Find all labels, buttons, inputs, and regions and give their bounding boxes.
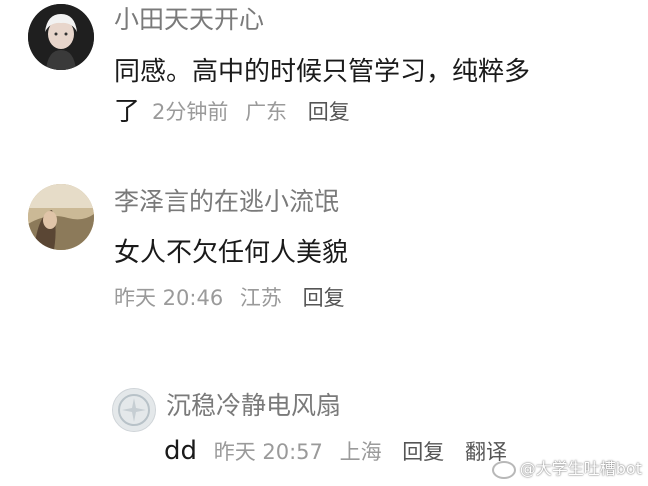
comment-location: 广东 (245, 100, 288, 124)
comment-text: 女人不欠任何人美貌 (114, 238, 349, 268)
watermark: @大学生吐槽bot (491, 458, 642, 480)
comment-time: 昨天 20:46 (114, 286, 224, 310)
comment-meta: 昨天 20:46 江苏 回复 (114, 284, 345, 312)
comment-location: 江苏 (239, 286, 282, 310)
reply-button[interactable]: 回复 (303, 284, 345, 312)
comment-text: dd (164, 436, 198, 466)
avatar[interactable] (28, 4, 94, 70)
comment-time: 昨天 20:57 (213, 440, 323, 464)
comment-username[interactable]: 小田天天开心 (114, 4, 264, 36)
comment-text-continued: 了 (114, 97, 141, 127)
reply-button[interactable]: 回复 (402, 437, 444, 467)
weibo-logo-icon (491, 460, 516, 479)
comment-body-and-meta: dd 昨天 20:57 上海 回复 翻译 (164, 436, 507, 467)
reply-button[interactable]: 回复 (308, 98, 350, 126)
comment-text: 同感。高中的时候只管学习，纯粹多 (114, 57, 531, 87)
comment-location: 上海 (339, 440, 382, 464)
watermark-text: @大学生吐槽bot (519, 459, 642, 478)
avatar[interactable] (28, 184, 94, 250)
comment-username[interactable]: 沉稳冷静电风扇 (166, 390, 341, 422)
comment-meta: 2分钟前 广东 回复 (152, 98, 350, 126)
avatar[interactable] (112, 388, 156, 432)
comment-time: 2分钟前 (152, 100, 229, 124)
comment-username[interactable]: 李泽言的在逃小流氓 (114, 186, 339, 218)
